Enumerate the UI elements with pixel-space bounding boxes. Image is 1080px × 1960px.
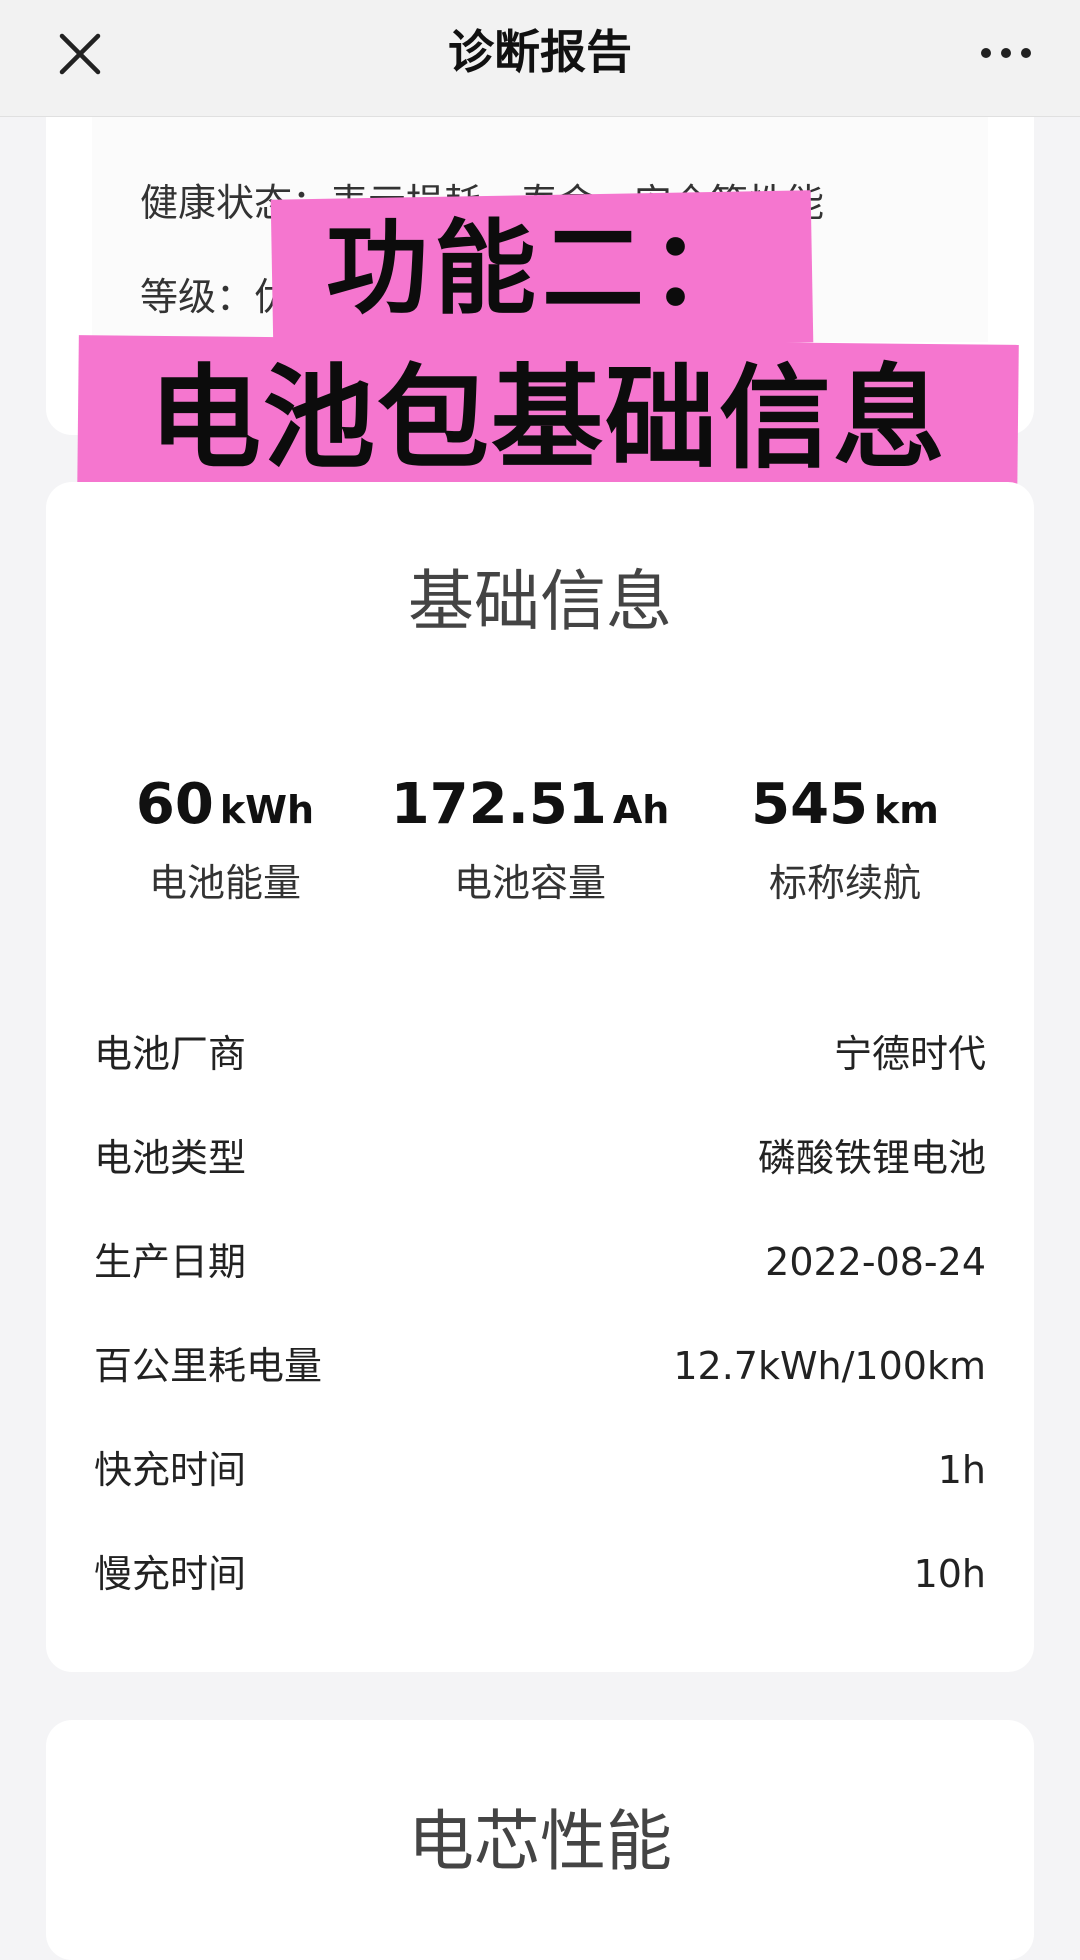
info-row-value: 12.7kWh/100km	[673, 1344, 986, 1388]
info-row-value: 10h	[913, 1552, 986, 1596]
info-row-battery-type: 电池类型 磷酸铁锂电池	[94, 1128, 986, 1188]
info-row-value: 2022-08-24	[765, 1240, 986, 1284]
metric-battery-capacity: 172.51 Ah 电池容量	[380, 770, 680, 907]
metric-number: 60	[135, 772, 214, 837]
basic-info-title: 基础信息	[408, 563, 672, 640]
info-row-fast-charge: 快充时间 1h	[94, 1440, 986, 1500]
metric-number: 545	[751, 772, 869, 837]
metric-unit: Ah	[612, 788, 670, 832]
info-row-slow-charge: 慢充时间 10h	[94, 1544, 986, 1604]
info-row-key: 电池类型	[94, 1136, 247, 1180]
metric-unit: km	[874, 788, 939, 832]
top-bar: 诊断报告	[0, 0, 1080, 117]
info-row-value: 宁德时代	[833, 1032, 986, 1076]
info-row-consumption: 百公里耗电量 12.7kWh/100km	[94, 1336, 986, 1396]
more-icon[interactable]	[978, 38, 1034, 68]
info-row-manufacturer: 电池厂商 宁德时代	[94, 1024, 986, 1084]
info-row-key: 快充时间	[94, 1448, 247, 1492]
info-row-key: 生产日期	[94, 1240, 247, 1284]
metric-value: 545 km	[695, 770, 995, 840]
info-row-production-date: 生产日期 2022-08-24	[94, 1232, 986, 1292]
metric-unit: kWh	[219, 788, 315, 832]
info-row-key: 电池厂商	[94, 1032, 247, 1076]
metric-nominal-range: 545 km 标称续航	[695, 770, 995, 907]
metric-value: 60 kWh	[75, 770, 375, 840]
metric-battery-energy: 60 kWh 电池能量	[75, 770, 375, 907]
cell-performance-title: 电芯性能	[408, 1803, 672, 1880]
info-row-value: 1h	[937, 1448, 986, 1492]
metric-number: 172.51	[390, 772, 607, 837]
metric-label: 电池能量	[148, 861, 301, 905]
metric-label: 标称续航	[768, 861, 921, 905]
banner-line-1: 功能二：	[326, 210, 758, 329]
info-row-key: 百公里耗电量	[94, 1344, 323, 1388]
info-row-key: 慢充时间	[94, 1552, 247, 1596]
page-title: 诊断报告	[448, 25, 632, 79]
metric-value: 172.51 Ah	[380, 770, 680, 840]
metric-label: 电池容量	[453, 861, 606, 905]
info-row-value: 磷酸铁锂电池	[757, 1136, 986, 1180]
banner-line-2: 电池包基础信息	[149, 354, 947, 484]
